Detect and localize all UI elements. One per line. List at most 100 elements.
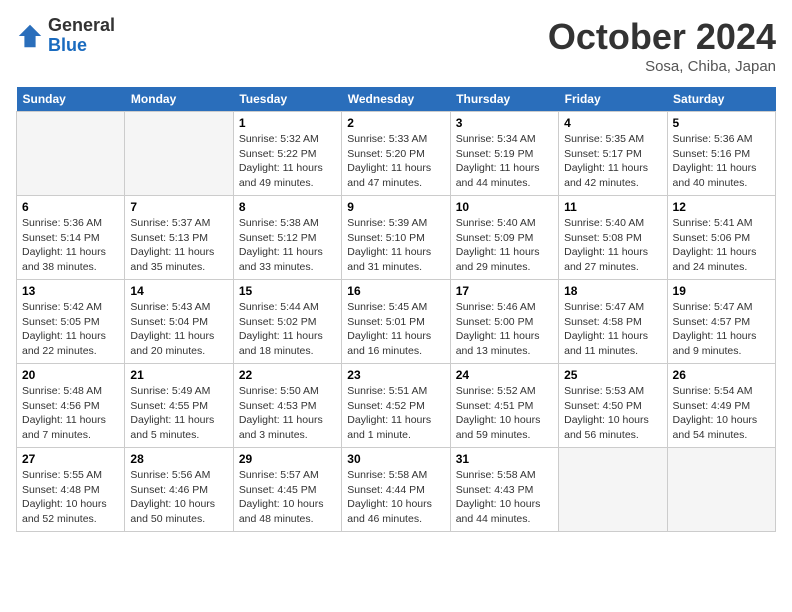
calendar-table: SundayMondayTuesdayWednesdayThursdayFrid… <box>16 87 776 532</box>
logo-general: General <box>48 16 115 36</box>
day-number: 26 <box>673 368 770 382</box>
day-detail: Sunrise: 5:35 AMSunset: 5:17 PMDaylight:… <box>564 132 661 191</box>
calendar-cell: 27 Sunrise: 5:55 AMSunset: 4:48 PMDayligh… <box>17 448 125 532</box>
day-number: 29 <box>239 452 336 466</box>
day-number: 13 <box>22 284 119 298</box>
logo-blue: Blue <box>48 36 115 56</box>
day-number: 3 <box>456 116 553 130</box>
day-number: 22 <box>239 368 336 382</box>
day-number: 12 <box>673 200 770 214</box>
day-number: 8 <box>239 200 336 214</box>
logo: General Blue <box>16 16 115 56</box>
calendar-cell: 31Sunrise: 5:58 AMSunset: 4:43 PMDayligh… <box>450 448 558 532</box>
week-row-1: 1 Sunrise: 5:32 AMSunset: 5:22 PMDaylight… <box>17 112 776 196</box>
day-number: 2 <box>347 116 444 130</box>
month-title: October 2024 <box>548 16 776 58</box>
day-number: 10 <box>456 200 553 214</box>
calendar-cell: 20 Sunrise: 5:48 AMSunset: 4:56 PMDayligh… <box>17 364 125 448</box>
day-detail: Sunrise: 5:37 AMSunset: 5:13 PMDaylight:… <box>130 216 227 275</box>
day-detail: Sunrise: 5:52 AMSunset: 4:51 PMDaylight:… <box>456 384 553 443</box>
day-detail: Sunrise: 5:46 AMSunset: 5:00 PMDaylight:… <box>456 300 553 359</box>
location: Sosa, Chiba, Japan <box>548 58 776 75</box>
calendar-cell: 26 Sunrise: 5:54 AMSunset: 4:49 PMDayligh… <box>667 364 775 448</box>
calendar-cell <box>667 448 775 532</box>
calendar-cell: 15 Sunrise: 5:44 AMSunset: 5:02 PMDayligh… <box>233 280 341 364</box>
calendar-cell: 25Sunrise: 5:53 AMSunset: 4:50 PMDayligh… <box>559 364 667 448</box>
weekday-header-wednesday: Wednesday <box>342 87 450 112</box>
day-number: 15 <box>239 284 336 298</box>
day-detail: Sunrise: 5:41 AMSunset: 5:06 PMDaylight:… <box>673 216 770 275</box>
day-number: 31 <box>456 452 553 466</box>
day-number: 20 <box>22 368 119 382</box>
calendar-cell: 23 Sunrise: 5:51 AMSunset: 4:52 PMDayligh… <box>342 364 450 448</box>
calendar-cell: 7 Sunrise: 5:37 AMSunset: 5:13 PMDaylight… <box>125 196 233 280</box>
calendar-cell: 14 Sunrise: 5:43 AMSunset: 5:04 PMDayligh… <box>125 280 233 364</box>
calendar-cell: 9Sunrise: 5:39 AMSunset: 5:10 PMDaylight… <box>342 196 450 280</box>
day-detail: Sunrise: 5:50 AMSunset: 4:53 PMDaylight:… <box>239 384 336 443</box>
calendar-cell: 11 Sunrise: 5:40 AMSunset: 5:08 PMDayligh… <box>559 196 667 280</box>
day-detail: Sunrise: 5:55 AMSunset: 4:48 PMDaylight:… <box>22 468 119 527</box>
day-detail: Sunrise: 5:53 AMSunset: 4:50 PMDaylight:… <box>564 384 661 443</box>
title-block: October 2024 Sosa, Chiba, Japan <box>548 16 776 75</box>
calendar-cell: 3 Sunrise: 5:34 AMSunset: 5:19 PMDaylight… <box>450 112 558 196</box>
day-number: 14 <box>130 284 227 298</box>
day-detail: Sunrise: 5:58 AMSunset: 4:44 PMDaylight:… <box>347 468 444 527</box>
calendar-cell: 24 Sunrise: 5:52 AMSunset: 4:51 PMDayligh… <box>450 364 558 448</box>
day-detail: Sunrise: 5:47 AMSunset: 4:57 PMDaylight:… <box>673 300 770 359</box>
day-detail: Sunrise: 5:40 AMSunset: 5:08 PMDaylight:… <box>564 216 661 275</box>
calendar-cell: 29 Sunrise: 5:57 AMSunset: 4:45 PMDayligh… <box>233 448 341 532</box>
day-detail: Sunrise: 5:42 AMSunset: 5:05 PMDaylight:… <box>22 300 119 359</box>
calendar-cell: 18 Sunrise: 5:47 AMSunset: 4:58 PMDayligh… <box>559 280 667 364</box>
logo-icon <box>16 22 44 50</box>
calendar-cell: 5Sunrise: 5:36 AMSunset: 5:16 PMDaylight… <box>667 112 775 196</box>
day-number: 24 <box>456 368 553 382</box>
calendar-cell: 8 Sunrise: 5:38 AMSunset: 5:12 PMDaylight… <box>233 196 341 280</box>
day-detail: Sunrise: 5:43 AMSunset: 5:04 PMDaylight:… <box>130 300 227 359</box>
day-detail: Sunrise: 5:33 AMSunset: 5:20 PMDaylight:… <box>347 132 444 191</box>
day-number: 21 <box>130 368 227 382</box>
day-detail: Sunrise: 5:39 AMSunset: 5:10 PMDaylight:… <box>347 216 444 275</box>
weekday-header-friday: Friday <box>559 87 667 112</box>
weekday-header-sunday: Sunday <box>17 87 125 112</box>
day-detail: Sunrise: 5:32 AMSunset: 5:22 PMDaylight:… <box>239 132 336 191</box>
day-number: 30 <box>347 452 444 466</box>
day-detail: Sunrise: 5:34 AMSunset: 5:19 PMDaylight:… <box>456 132 553 191</box>
week-row-2: 6Sunrise: 5:36 AMSunset: 5:14 PMDaylight… <box>17 196 776 280</box>
day-number: 23 <box>347 368 444 382</box>
day-detail: Sunrise: 5:47 AMSunset: 4:58 PMDaylight:… <box>564 300 661 359</box>
day-detail: Sunrise: 5:51 AMSunset: 4:52 PMDaylight:… <box>347 384 444 443</box>
day-detail: Sunrise: 5:54 AMSunset: 4:49 PMDaylight:… <box>673 384 770 443</box>
day-number: 11 <box>564 200 661 214</box>
day-number: 4 <box>564 116 661 130</box>
day-number: 6 <box>22 200 119 214</box>
day-detail: Sunrise: 5:45 AMSunset: 5:01 PMDaylight:… <box>347 300 444 359</box>
calendar-cell: 4 Sunrise: 5:35 AMSunset: 5:17 PMDaylight… <box>559 112 667 196</box>
weekday-header-tuesday: Tuesday <box>233 87 341 112</box>
day-number: 16 <box>347 284 444 298</box>
day-number: 18 <box>564 284 661 298</box>
day-detail: Sunrise: 5:40 AMSunset: 5:09 PMDaylight:… <box>456 216 553 275</box>
weekday-header-thursday: Thursday <box>450 87 558 112</box>
day-detail: Sunrise: 5:38 AMSunset: 5:12 PMDaylight:… <box>239 216 336 275</box>
day-detail: Sunrise: 5:56 AMSunset: 4:46 PMDaylight:… <box>130 468 227 527</box>
calendar-cell: 22 Sunrise: 5:50 AMSunset: 4:53 PMDayligh… <box>233 364 341 448</box>
day-detail: Sunrise: 5:48 AMSunset: 4:56 PMDaylight:… <box>22 384 119 443</box>
calendar-cell: 17Sunrise: 5:46 AMSunset: 5:00 PMDayligh… <box>450 280 558 364</box>
week-row-3: 13 Sunrise: 5:42 AMSunset: 5:05 PMDayligh… <box>17 280 776 364</box>
calendar-cell: 30 Sunrise: 5:58 AMSunset: 4:44 PMDayligh… <box>342 448 450 532</box>
weekday-header-saturday: Saturday <box>667 87 775 112</box>
weekday-header-row: SundayMondayTuesdayWednesdayThursdayFrid… <box>17 87 776 112</box>
calendar-cell: 16 Sunrise: 5:45 AMSunset: 5:01 PMDayligh… <box>342 280 450 364</box>
day-number: 7 <box>130 200 227 214</box>
day-detail: Sunrise: 5:44 AMSunset: 5:02 PMDaylight:… <box>239 300 336 359</box>
calendar-cell: 10 Sunrise: 5:40 AMSunset: 5:09 PMDayligh… <box>450 196 558 280</box>
day-number: 19 <box>673 284 770 298</box>
day-number: 1 <box>239 116 336 130</box>
calendar-cell <box>559 448 667 532</box>
calendar-cell <box>17 112 125 196</box>
day-detail: Sunrise: 5:36 AMSunset: 5:16 PMDaylight:… <box>673 132 770 191</box>
day-detail: Sunrise: 5:57 AMSunset: 4:45 PMDaylight:… <box>239 468 336 527</box>
day-number: 27 <box>22 452 119 466</box>
week-row-5: 27 Sunrise: 5:55 AMSunset: 4:48 PMDayligh… <box>17 448 776 532</box>
calendar-cell: 2 Sunrise: 5:33 AMSunset: 5:20 PMDaylight… <box>342 112 450 196</box>
